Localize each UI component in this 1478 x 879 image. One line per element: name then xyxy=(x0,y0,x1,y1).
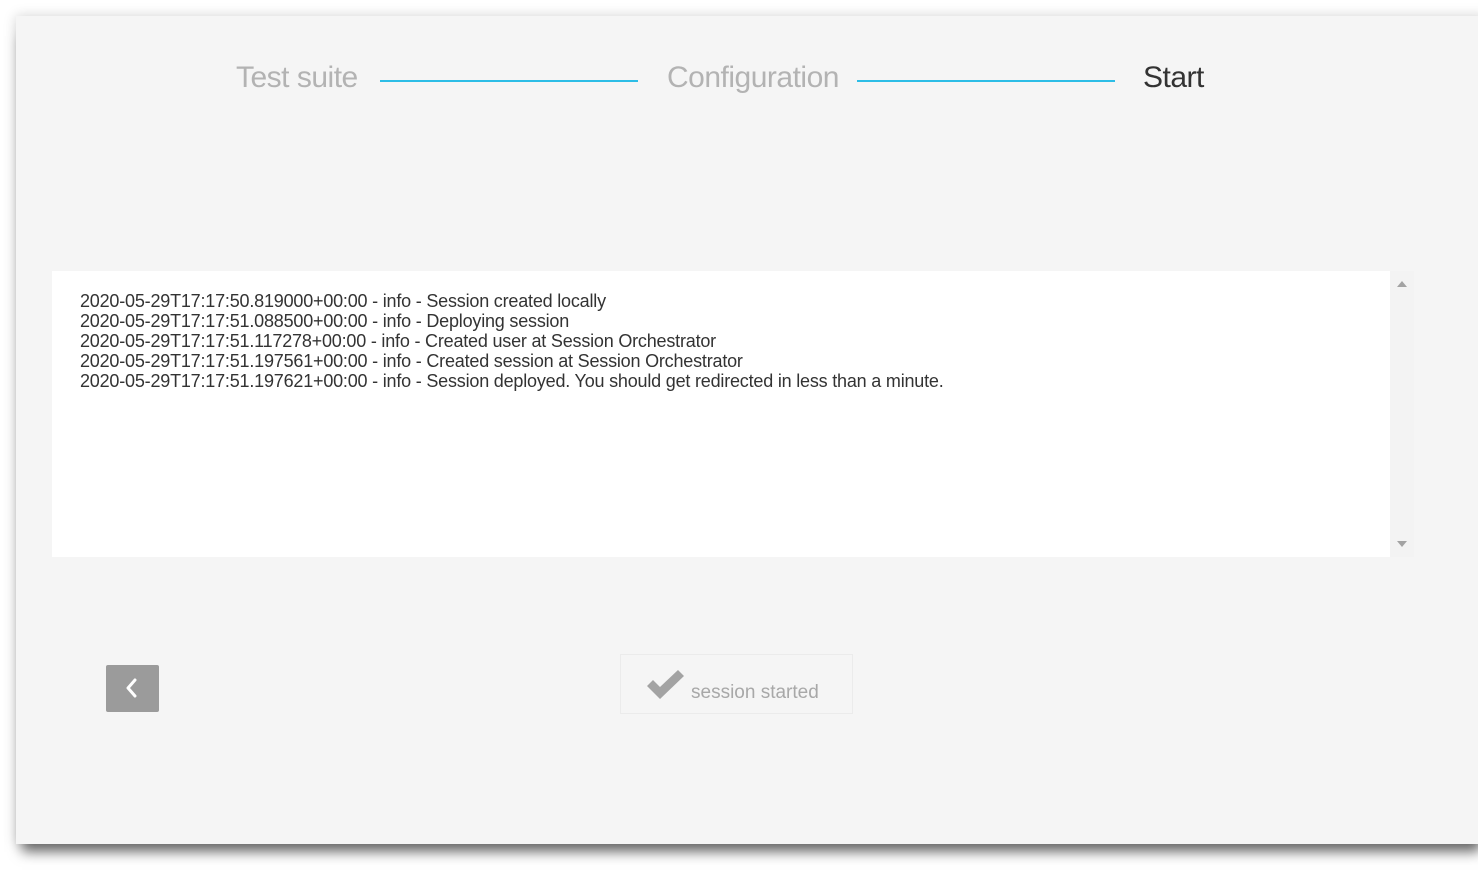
page: Test suite Configuration Start 2020-05-2… xyxy=(0,0,1478,879)
log-line: 2020-05-29T17:17:50.819000+00:00 - info … xyxy=(80,291,606,311)
scroll-down-arrow-icon[interactable] xyxy=(1397,541,1407,547)
log-line: 2020-05-29T17:17:51.197561+00:00 - info … xyxy=(80,351,743,371)
log-scrollbar[interactable] xyxy=(1390,271,1414,557)
log-line: 2020-05-29T17:17:51.088500+00:00 - info … xyxy=(80,311,570,331)
step-configuration[interactable]: Configuration xyxy=(667,58,839,98)
log-line: 2020-05-29T17:17:51.197621+00:00 - info … xyxy=(80,371,944,391)
log-line: 2020-05-29T17:17:51.117278+00:00 - info … xyxy=(80,331,716,351)
checkmark-icon xyxy=(647,670,684,699)
chevron-left-icon xyxy=(126,678,137,698)
scroll-up-arrow-icon[interactable] xyxy=(1397,281,1407,287)
step-connector-2 xyxy=(857,80,1115,82)
step-start[interactable]: Start xyxy=(1143,58,1204,98)
status-label: session started xyxy=(691,682,819,703)
step-connector-1 xyxy=(380,80,638,82)
log-lines: 2020-05-29T17:17:50.819000+00:00 - info … xyxy=(80,291,1374,391)
back-button[interactable] xyxy=(106,665,159,712)
log-output[interactable]: 2020-05-29T17:17:50.819000+00:00 - info … xyxy=(52,271,1414,557)
session-status: session started xyxy=(620,654,853,714)
step-test-suite[interactable]: Test suite xyxy=(236,58,358,98)
